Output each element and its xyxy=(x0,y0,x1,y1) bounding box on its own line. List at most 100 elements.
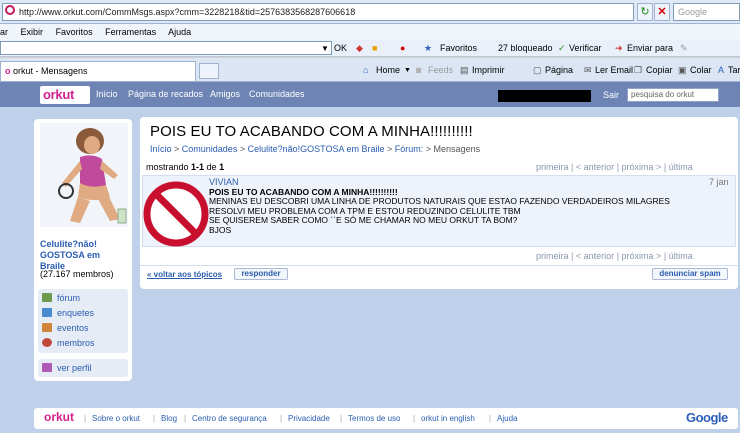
menu-forum[interactable]: fórum xyxy=(42,291,80,305)
chevron-down-icon[interactable]: ▼ xyxy=(404,64,411,77)
footer-link-termos[interactable]: Termos de uso xyxy=(348,414,400,423)
footer-link-blog[interactable]: Blog xyxy=(161,414,177,423)
orkut-logo[interactable]: orkut xyxy=(40,86,90,104)
home-button[interactable]: Home xyxy=(376,64,400,77)
menu-membros-label: membros xyxy=(57,338,95,348)
pager-proxima[interactable]: próxima > xyxy=(622,162,662,172)
breadcrumb-comunidades[interactable]: Comunidades xyxy=(182,144,238,154)
community-name-link[interactable]: Celulite?não! GOSTOSA em Braile xyxy=(40,239,120,272)
footer-sep: | xyxy=(489,414,492,423)
pen-icon[interactable]: ✎ xyxy=(680,42,688,55)
star-icon[interactable]: ★ xyxy=(424,42,432,55)
feeds-icon: ◙ xyxy=(416,65,422,75)
ok-button[interactable]: OK xyxy=(334,42,347,55)
enviar-para-button[interactable]: Enviar para xyxy=(627,42,673,55)
nav-inicio[interactable]: Início xyxy=(96,89,118,99)
pager-top: primeira | < anterior | próxima > | últi… xyxy=(536,162,693,172)
verificar-button[interactable]: Verificar xyxy=(569,42,602,55)
no-entry-avatar-icon[interactable] xyxy=(143,181,209,247)
community-menu: fórum enquetes eventos membros xyxy=(38,289,128,353)
menu-item-exibir[interactable]: Exibir xyxy=(21,27,44,37)
new-tab-button[interactable] xyxy=(199,63,219,79)
pager-sep: | xyxy=(571,162,574,172)
pagina-button[interactable]: Página xyxy=(545,64,573,77)
pager-ultima[interactable]: última xyxy=(669,162,693,172)
copiar-button[interactable]: Copiar xyxy=(646,64,673,77)
copy-icon: ❐ xyxy=(634,65,643,75)
footer-link-ajuda[interactable]: Ajuda xyxy=(497,414,517,423)
tools-icon[interactable]: ◆ xyxy=(356,42,363,55)
post-date: 7 jan xyxy=(709,177,729,187)
check-icon: ✓ xyxy=(558,43,566,53)
tar-button[interactable]: Tar xyxy=(728,64,740,77)
community-photo[interactable] xyxy=(40,123,128,227)
orkut-favicon: o xyxy=(5,66,11,76)
feeds-button[interactable]: Feeds xyxy=(428,64,453,77)
footer-sep: | xyxy=(84,414,87,423)
report-spam-button[interactable]: denunciar spam xyxy=(652,268,728,280)
breadcrumb-inicio[interactable]: Início xyxy=(150,144,172,154)
members-icon xyxy=(42,338,52,347)
back-to-topics-link[interactable]: « voltar aos tópicos xyxy=(147,270,222,279)
chevron-down-icon[interactable]: ▼ xyxy=(321,42,329,55)
pager-primeira[interactable]: primeira xyxy=(536,162,569,172)
breadcrumb-forum[interactable]: Fórum: xyxy=(395,144,424,154)
menu-bar: ar Exibir Favoritos Ferramentas Ajuda xyxy=(0,24,740,40)
results-count: mostrando 1-1 de 1 xyxy=(146,162,224,172)
ver-perfil-link[interactable]: ver perfil xyxy=(42,361,92,375)
orkut-page: orkut Início Página de recados Amigos Co… xyxy=(0,82,740,433)
pager-proxima[interactable]: próxima > xyxy=(622,251,662,261)
breadcrumb-sep: > xyxy=(384,144,395,154)
footer-link-seguranca[interactable]: Centro de segurança xyxy=(192,414,267,423)
nav-amigos[interactable]: Amigos xyxy=(210,89,240,99)
orkut-search-input[interactable]: pesquisa do orkut xyxy=(627,88,719,102)
tab-bar: o orkut - Mensagens ⌂ Home ▼ ◙ Feeds ▤ I… xyxy=(0,58,740,82)
forum-icon xyxy=(42,293,52,302)
menu-item-ajuda[interactable]: Ajuda xyxy=(168,27,191,37)
google-search-field[interactable]: Google xyxy=(673,3,740,21)
menu-item-arquivo[interactable]: ar xyxy=(0,27,8,37)
favoritos-button[interactable]: Favoritos xyxy=(440,42,477,55)
reply-button[interactable]: responder xyxy=(234,268,288,280)
breadcrumb-sep: > xyxy=(171,144,182,154)
menu-membros[interactable]: membros xyxy=(42,336,95,350)
footer-link-english[interactable]: orkut in english xyxy=(421,414,475,423)
nav-comunidades[interactable]: Comunidades xyxy=(249,89,305,99)
post-author[interactable]: VIVIAN xyxy=(209,177,239,187)
home-icon[interactable]: ⌂ xyxy=(363,64,368,77)
ler-email-button[interactable]: Ler Email xyxy=(595,64,633,77)
url-field[interactable]: http://www.orkut.com/CommMsgs.aspx?cmm=3… xyxy=(2,3,634,21)
sair-link[interactable]: Sair xyxy=(603,90,619,100)
pager-anterior[interactable]: < anterior xyxy=(576,251,614,261)
refresh-icon[interactable]: ↻ xyxy=(637,3,653,21)
pager-primeira[interactable]: primeira xyxy=(536,251,569,261)
imprimir-button[interactable]: Imprimir xyxy=(472,64,505,77)
footer-orkut-logo[interactable]: orkut xyxy=(44,410,74,424)
menu-enquetes[interactable]: enquetes xyxy=(42,306,94,320)
pager-anterior[interactable]: < anterior xyxy=(576,162,614,172)
calendar-icon xyxy=(42,323,52,332)
footer-link-privacidade[interactable]: Privacidade xyxy=(288,414,330,423)
bookmark-icon[interactable]: ■ xyxy=(372,42,377,55)
popup-icon[interactable]: ● xyxy=(400,42,405,55)
menu-item-favoritos[interactable]: Favoritos xyxy=(56,27,93,37)
footer-sep: | xyxy=(340,414,343,423)
menu-item-ferramentas[interactable]: Ferramentas xyxy=(105,27,156,37)
print-icon[interactable]: ▤ xyxy=(460,64,469,77)
colar-button[interactable]: Colar xyxy=(690,64,712,77)
redacted-user-email xyxy=(498,90,591,102)
nav-pagina-de-recados[interactable]: Página de recados xyxy=(128,89,203,99)
stop-icon[interactable]: ✕ xyxy=(654,3,670,21)
tab-orkut-mensagens[interactable]: o orkut - Mensagens xyxy=(0,61,196,81)
browser-window: http://www.orkut.com/CommMsgs.aspx?cmm=3… xyxy=(0,0,740,433)
breadcrumb-sep: > xyxy=(423,144,434,154)
breadcrumb-community[interactable]: Celulite?não!GOSTOSA em Braile xyxy=(248,144,385,154)
divider xyxy=(140,265,738,266)
footer-link-sobre[interactable]: Sobre o orkut xyxy=(92,414,140,423)
toolbar-search-field[interactable] xyxy=(0,41,332,55)
pager-ultima[interactable]: última xyxy=(669,251,693,261)
orkut-topnav: orkut Início Página de recados Amigos Co… xyxy=(0,82,740,107)
menu-eventos[interactable]: eventos xyxy=(42,321,89,335)
popup-blocked-counter[interactable]: 27 bloqueado xyxy=(498,42,553,55)
page-icon: ▢ xyxy=(533,65,542,75)
